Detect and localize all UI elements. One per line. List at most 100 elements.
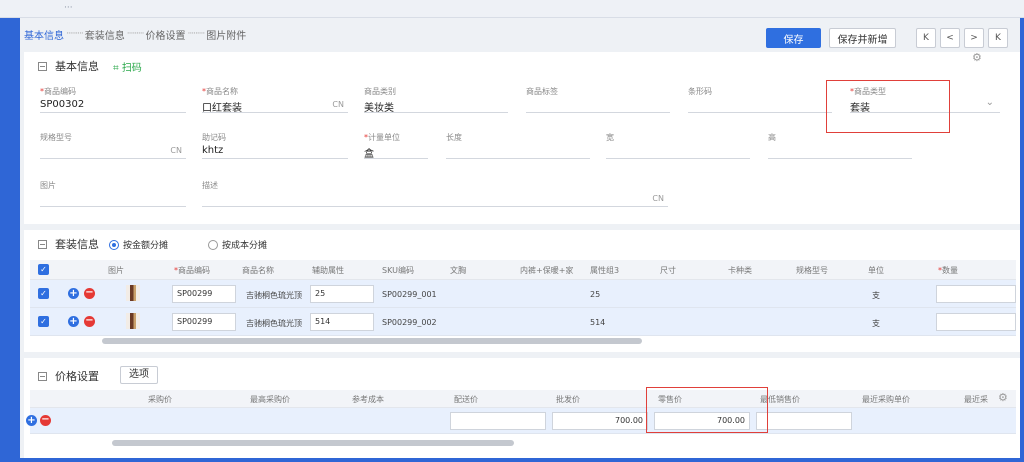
step-separator: ········· <box>187 29 206 39</box>
field-image[interactable]: 图片 <box>40 180 186 207</box>
remove-row-icon[interactable]: − <box>84 288 95 299</box>
first-record-button[interactable]: K <box>916 28 936 48</box>
qty-input[interactable] <box>936 313 1016 331</box>
highlight-box-retail-price <box>646 387 768 433</box>
next-record-button[interactable]: > <box>964 28 984 48</box>
field-label: 商品编码 <box>44 87 76 96</box>
cn-toggle[interactable]: CN <box>170 146 182 155</box>
field-value <box>606 143 750 159</box>
col-header: 图片 <box>108 266 124 275</box>
cn-toggle[interactable]: CN <box>332 100 344 109</box>
tab-price-settings[interactable]: 价格设置 <box>146 27 186 42</box>
col-header: 内裤+保暖+家 <box>520 266 574 275</box>
collapse-icon[interactable] <box>38 61 47 71</box>
unit-cell: 支 <box>872 319 880 328</box>
table-row[interactable]: ✓ + − SP00299 吉驰桐色琉光顶 25 SP00299_001 25 … <box>30 280 1016 308</box>
basic-info-panel: 基本信息 ⌗ 扫码 ⚙ *商品编码 SP00302 *商品名称 口红套装 CN 商… <box>24 51 1020 224</box>
table-row[interactable]: ✓ + − SP00299 吉驰桐色琉光顶 514 SP00299_002 51… <box>30 308 1016 336</box>
kit-info-header: 套装信息 按金额分摊 按成本分摊 <box>38 236 267 252</box>
field-label: 高 <box>768 133 776 142</box>
col-header: 最近采 <box>964 395 988 404</box>
next-icon: > <box>970 33 978 43</box>
field-description[interactable]: 描述 CN <box>202 180 668 207</box>
field-mnemonic-code[interactable]: 助记码 khtz <box>202 132 348 159</box>
first-icon: K <box>923 33 929 43</box>
field-spec-model[interactable]: 规格型号 CN <box>40 132 186 159</box>
field-product-name[interactable]: *商品名称 口红套装 CN <box>202 86 348 114</box>
field-label: 计量单位 <box>368 133 400 142</box>
chevron-down-icon[interactable]: ⌄ <box>986 97 994 108</box>
field-value <box>768 143 912 159</box>
radio-by-cost[interactable]: 按成本分摊 <box>208 238 267 251</box>
scan-button[interactable]: ⌗ 扫码 <box>113 59 142 74</box>
tab-image-attachments[interactable]: 图片附件 <box>206 27 246 42</box>
price-settings-header: 价格设置 <box>38 368 99 384</box>
field-label: 图片 <box>40 181 56 190</box>
col-header: *商品编码 <box>174 266 210 275</box>
radio-unchecked-icon <box>208 239 219 250</box>
step-separator: ········· <box>66 29 84 39</box>
prev-record-button[interactable]: < <box>940 28 960 48</box>
horizontal-scrollbar[interactable] <box>112 440 514 446</box>
field-label: 条形码 <box>688 87 712 96</box>
table-row[interactable]: + − 700.00 700.00 <box>26 408 1016 434</box>
tab-basic-info[interactable]: 基本信息 <box>24 27 64 42</box>
field-value: SP00302 <box>40 97 186 113</box>
product-code-input[interactable]: SP00299 <box>172 285 236 303</box>
remove-row-icon[interactable]: − <box>84 316 95 327</box>
last-record-button[interactable]: K <box>988 28 1008 48</box>
field-unit[interactable]: *计量单位 盒 <box>364 132 428 160</box>
field-length[interactable]: 长度 <box>446 132 590 159</box>
table-header-row: ✓ 图片 *商品编码 商品名称 辅助属性 SKU编码 文胸 内裤+保暖+家 属性… <box>30 260 1016 280</box>
sku-cell: SP00299_001 <box>382 290 437 299</box>
tab-kit-info[interactable]: 套装信息 <box>85 27 125 42</box>
col-header: *数量 <box>938 266 958 275</box>
min-sale-price-input[interactable] <box>756 412 852 430</box>
options-button[interactable]: 选项 <box>120 366 158 384</box>
qty-input[interactable] <box>936 285 1016 303</box>
save-and-new-button[interactable]: 保存并新增 <box>829 28 896 48</box>
product-form-frame: 基本信息 ········· 套装信息 ········· 价格设置 ·····… <box>20 18 1020 458</box>
col-header: 尺寸 <box>660 266 676 275</box>
browser-tab-strip: ··· <box>0 0 1024 18</box>
col-header: 商品名称 <box>242 266 274 275</box>
kit-table: ✓ 图片 *商品编码 商品名称 辅助属性 SKU编码 文胸 内裤+保暖+家 属性… <box>30 260 1016 344</box>
row-checkbox[interactable]: ✓ <box>38 316 49 327</box>
product-code-input[interactable]: SP00299 <box>172 313 236 331</box>
collapse-icon[interactable] <box>38 239 47 249</box>
cn-toggle[interactable]: CN <box>652 194 664 203</box>
add-row-icon[interactable]: + <box>68 288 79 299</box>
field-label: 宽 <box>606 133 614 142</box>
remove-row-icon[interactable]: − <box>40 415 51 426</box>
panel-title: 套装信息 <box>55 238 99 251</box>
field-height[interactable]: 高 <box>768 132 912 159</box>
add-row-icon[interactable]: + <box>26 415 37 426</box>
field-barcode[interactable]: 条形码 <box>688 86 832 113</box>
col-header: 属性组3 <box>590 266 620 275</box>
select-all-checkbox[interactable]: ✓ <box>38 264 49 275</box>
field-product-tag[interactable]: 商品标签 <box>526 86 670 113</box>
radio-by-amount[interactable]: 按金额分摊 <box>109 238 168 251</box>
aux-attr-input[interactable]: 514 <box>310 313 374 331</box>
product-name-cell: 吉驰桐色琉光顶 <box>246 291 302 300</box>
col-header: 配送价 <box>454 395 478 404</box>
field-width[interactable]: 宽 <box>606 132 750 159</box>
field-product-category[interactable]: 商品类别 美妆类 <box>364 86 508 114</box>
horizontal-scrollbar[interactable] <box>102 338 642 344</box>
delivery-price-input[interactable] <box>450 412 546 430</box>
aux-attr-input[interactable]: 25 <box>310 285 374 303</box>
collapse-icon[interactable] <box>38 371 47 381</box>
wholesale-price-input[interactable]: 700.00 <box>552 412 648 430</box>
table-header-row: 采购价 最高采购价 参考成本 配送价 批发价 零售价 最低销售价 最近采购单价 … <box>30 390 1016 408</box>
radio-label: 按成本分摊 <box>222 240 268 251</box>
col-header-text: 数量 <box>942 266 958 275</box>
gear-icon[interactable]: ⚙ <box>972 51 982 64</box>
gear-icon[interactable]: ⚙ <box>998 391 1008 404</box>
save-button[interactable]: 保存 <box>766 28 821 48</box>
row-checkbox[interactable]: ✓ <box>38 288 49 299</box>
col-header: 单位 <box>868 266 884 275</box>
field-value: 美妆类 <box>364 97 508 114</box>
kit-info-panel: 套装信息 按金额分摊 按成本分摊 ✓ 图片 *商品编码 商品名称 辅助属性 SK… <box>24 230 1020 352</box>
add-row-icon[interactable]: + <box>68 316 79 327</box>
field-product-code[interactable]: *商品编码 SP00302 <box>40 86 186 113</box>
